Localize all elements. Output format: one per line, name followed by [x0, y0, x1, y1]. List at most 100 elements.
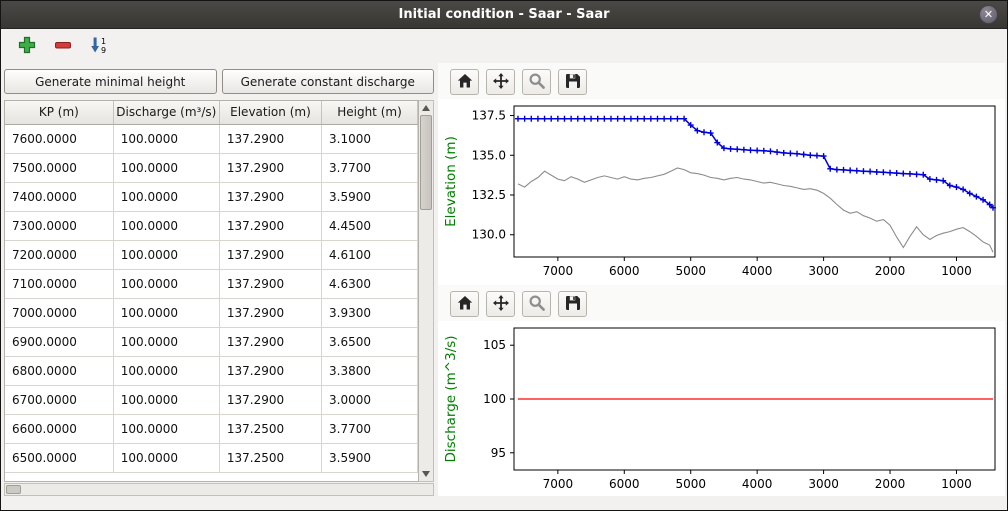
zoom-button[interactable]: [522, 69, 551, 95]
svg-text:130.0: 130.0: [472, 228, 506, 242]
column-header-discharge[interactable]: Discharge (m³/s): [113, 101, 219, 124]
table-cell[interactable]: 137.2500: [219, 443, 321, 472]
table-cell[interactable]: 7000.0000: [5, 298, 113, 327]
table-cell[interactable]: 137.2900: [219, 269, 321, 298]
table-cell[interactable]: 3.6500: [322, 327, 418, 356]
svg-text:9: 9: [101, 46, 106, 55]
table-cell[interactable]: 137.2900: [219, 385, 321, 414]
table-cell[interactable]: 3.7700: [322, 153, 418, 182]
floppy-save-icon: [564, 72, 582, 93]
svg-text:7000: 7000: [543, 477, 574, 491]
table-cell[interactable]: 3.7700: [322, 414, 418, 443]
table-cell[interactable]: 100.0000: [113, 182, 219, 211]
table-cell[interactable]: 3.9300: [322, 298, 418, 327]
table-cell[interactable]: 100.0000: [113, 269, 219, 298]
svg-text:3000: 3000: [808, 264, 839, 278]
svg-text:Discharge (m^3/s): Discharge (m^3/s): [443, 335, 459, 462]
table-cell[interactable]: 3.3800: [322, 356, 418, 385]
initial-condition-table: KP (m) Discharge (m³/s) Elevation (m) He…: [5, 101, 418, 473]
table-cell[interactable]: 4.4500: [322, 211, 418, 240]
table-cell[interactable]: 6600.0000: [5, 414, 113, 443]
table-cell[interactable]: 137.2900: [219, 327, 321, 356]
scroll-up-button[interactable]: [419, 101, 433, 115]
move-arrows-icon: [492, 72, 510, 93]
magnifier-icon: [528, 294, 546, 315]
table-row: 6600.0000100.0000137.25003.7700: [5, 414, 418, 443]
table-cell[interactable]: 7500.0000: [5, 153, 113, 182]
save-button[interactable]: [558, 291, 587, 317]
table-vertical-scrollbar[interactable]: [419, 100, 434, 482]
table-cell[interactable]: 7300.0000: [5, 211, 113, 240]
svg-text:7000: 7000: [543, 264, 574, 278]
generate-minimal-height-button[interactable]: Generate minimal height: [4, 69, 217, 94]
remove-row-button[interactable]: [51, 34, 75, 58]
table-cell[interactable]: 7600.0000: [5, 124, 113, 153]
table-cell[interactable]: 137.2900: [219, 182, 321, 211]
table-row: 7300.0000100.0000137.29004.4500: [5, 211, 418, 240]
home-button[interactable]: [450, 69, 479, 95]
table-cell[interactable]: 100.0000: [113, 414, 219, 443]
table-cell[interactable]: 3.5900: [322, 443, 418, 472]
table-cell[interactable]: 100.0000: [113, 124, 219, 153]
table-cell[interactable]: 4.6100: [322, 240, 418, 269]
table-cell[interactable]: 100.0000: [113, 211, 219, 240]
table-area: KP (m) Discharge (m³/s) Elevation (m) He…: [4, 100, 434, 482]
table-cell[interactable]: 6800.0000: [5, 356, 113, 385]
table-row: 6700.0000100.0000137.29003.0000: [5, 385, 418, 414]
add-row-button[interactable]: [15, 34, 39, 58]
sort-button[interactable]: 1 9: [87, 34, 111, 58]
table-row: 6900.0000100.0000137.29003.6500: [5, 327, 418, 356]
pan-button[interactable]: [486, 69, 515, 95]
table-cell[interactable]: 100.0000: [113, 356, 219, 385]
column-header-kp[interactable]: KP (m): [5, 101, 113, 124]
home-button[interactable]: [450, 291, 479, 317]
table-cell[interactable]: 100.0000: [113, 153, 219, 182]
table-row: 7400.0000100.0000137.29003.5900: [5, 182, 418, 211]
elevation-plot-toolbar: [438, 63, 1005, 99]
pan-button[interactable]: [486, 291, 515, 317]
svg-text:105: 105: [483, 338, 506, 352]
scroll-down-button[interactable]: [419, 467, 433, 481]
table-cell[interactable]: 7100.0000: [5, 269, 113, 298]
table-cell[interactable]: 137.2500: [219, 414, 321, 443]
zoom-button[interactable]: [522, 291, 551, 317]
table-horizontal-scrollbar[interactable]: [4, 483, 434, 496]
table-cell[interactable]: 137.2900: [219, 153, 321, 182]
column-header-elevation[interactable]: Elevation (m): [219, 101, 321, 124]
sort-1-9-icon: 1 9: [89, 35, 109, 58]
table-cell[interactable]: 100.0000: [113, 385, 219, 414]
table-cell[interactable]: 137.2900: [219, 298, 321, 327]
close-button[interactable]: ✕: [979, 5, 998, 24]
table-cell[interactable]: 137.2900: [219, 240, 321, 269]
table-cell[interactable]: 100.0000: [113, 327, 219, 356]
table-cell[interactable]: 100.0000: [113, 443, 219, 472]
hscrollbar-thumb[interactable]: [6, 485, 21, 494]
move-arrows-icon: [492, 294, 510, 315]
table-cell[interactable]: 3.5900: [322, 182, 418, 211]
scrollbar-thumb[interactable]: [420, 115, 432, 210]
table-cell[interactable]: 100.0000: [113, 298, 219, 327]
table-cell[interactable]: 6700.0000: [5, 385, 113, 414]
table-cell[interactable]: 6900.0000: [5, 327, 113, 356]
titlebar[interactable]: Initial condition - Saar - Saar ✕: [1, 1, 1007, 29]
table-cell[interactable]: 7400.0000: [5, 182, 113, 211]
magnifier-icon: [528, 72, 546, 93]
table-cell[interactable]: 4.6300: [322, 269, 418, 298]
table-cell[interactable]: 137.2900: [219, 356, 321, 385]
svg-text:1: 1: [101, 37, 106, 46]
discharge-plot-canvas[interactable]: 700060005000400030002000100010510095Disc…: [438, 321, 1005, 498]
home-icon: [456, 294, 474, 315]
generate-constant-discharge-button[interactable]: Generate constant discharge: [222, 69, 435, 94]
scrollbar-track[interactable]: [419, 210, 433, 467]
svg-text:1000: 1000: [941, 477, 972, 491]
save-button[interactable]: [558, 69, 587, 95]
elevation-plot-canvas[interactable]: 7000600050004000300020001000137.5135.013…: [438, 99, 1005, 285]
table-cell[interactable]: 137.2900: [219, 211, 321, 240]
column-header-height[interactable]: Height (m): [322, 101, 418, 124]
table-cell[interactable]: 3.1000: [322, 124, 418, 153]
table-cell[interactable]: 3.0000: [322, 385, 418, 414]
table-cell[interactable]: 6500.0000: [5, 443, 113, 472]
table-cell[interactable]: 137.2900: [219, 124, 321, 153]
table-cell[interactable]: 100.0000: [113, 240, 219, 269]
table-cell[interactable]: 7200.0000: [5, 240, 113, 269]
